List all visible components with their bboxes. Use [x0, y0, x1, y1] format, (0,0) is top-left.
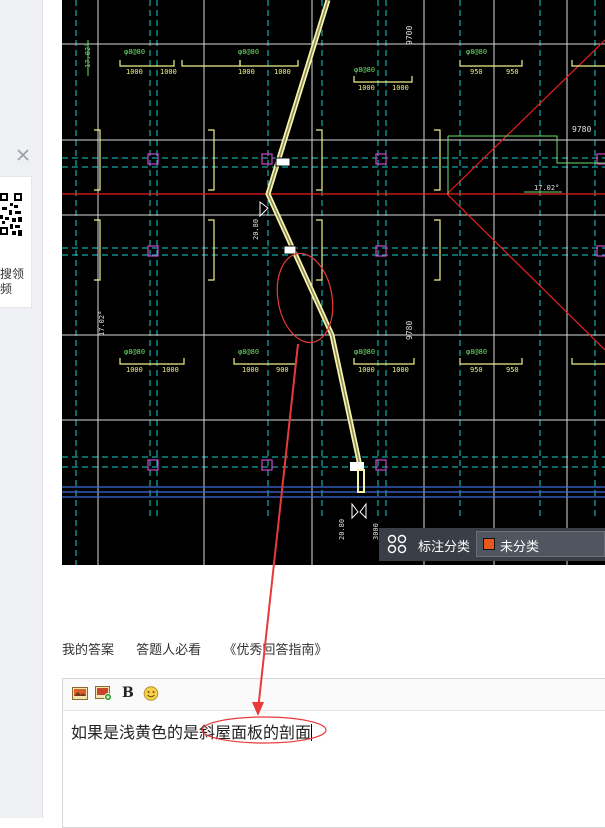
- dim-label-b: 9700: [405, 26, 414, 45]
- svg-text:φ8@80: φ8@80: [354, 348, 375, 356]
- category-color-swatch: [483, 538, 495, 550]
- editor-content[interactable]: 如果是浅黄色的是斜屋面板的剖面: [71, 719, 313, 743]
- annotation-category-label: 标注分类: [418, 540, 471, 555]
- svg-text:1000: 1000: [162, 366, 179, 374]
- svg-text:φ8@80: φ8@80: [238, 348, 259, 356]
- svg-text:1000: 1000: [358, 84, 375, 92]
- qr-code-icon: [0, 191, 24, 241]
- qr-caption: 搜领 频: [0, 267, 25, 296]
- annotation-category-bar: 标注分类 未分类: [379, 528, 605, 561]
- svg-text:φ8@80: φ8@80: [124, 348, 145, 356]
- text-caret: [311, 724, 313, 741]
- svg-text:950: 950: [506, 68, 519, 76]
- dim-label-f: 20.80: [252, 219, 260, 240]
- svg-text:1000: 1000: [160, 68, 177, 76]
- editor-text: 如果是浅黄色的是斜屋面板的剖面: [71, 723, 312, 742]
- smiley-icon[interactable]: [143, 686, 160, 701]
- gallery-icon[interactable]: [95, 686, 112, 701]
- svg-text:1000: 1000: [358, 366, 375, 374]
- svg-text:950: 950: [470, 68, 483, 76]
- must-read-label: 答题人必看: [136, 643, 202, 658]
- answer-editor[interactable]: B 如果是浅黄色的是斜屋面板的剖面: [62, 678, 605, 828]
- svg-text:φ8@80: φ8@80: [238, 48, 259, 56]
- grid-icon[interactable]: [387, 534, 407, 554]
- svg-text:950: 950: [470, 366, 483, 374]
- svg-text:1000: 1000: [126, 366, 143, 374]
- svg-text:17.02°: 17.02°: [98, 311, 106, 336]
- svg-text:φ8@80: φ8@80: [466, 348, 487, 356]
- cad-drawing: 1000 1000 1000 1000 1000 1000 950 950 1000 10…: [62, 0, 605, 565]
- svg-text:950: 950: [506, 366, 519, 374]
- dim-label-f2: 20.80: [338, 519, 346, 540]
- bold-button[interactable]: B: [122, 685, 134, 701]
- qr-card[interactable]: 搜领 频: [0, 176, 32, 308]
- image-icon[interactable]: [72, 686, 89, 701]
- svg-text:φ8@80: φ8@80: [124, 48, 145, 56]
- svg-text:1000: 1000: [392, 84, 409, 92]
- my-answer-label: 我的答案: [62, 643, 115, 658]
- svg-text:17.02°: 17.02°: [84, 43, 92, 68]
- svg-text:φ8@80: φ8@80: [466, 48, 487, 56]
- left-sidebar: [0, 0, 43, 818]
- dim-label-a: 9780: [572, 125, 591, 134]
- svg-text:1000: 1000: [392, 366, 409, 374]
- guide-link[interactable]: 《优秀回答指南》: [223, 643, 327, 658]
- close-icon[interactable]: [16, 148, 30, 162]
- editor-toolbar: B: [63, 679, 605, 711]
- svg-text:1000: 1000: [238, 68, 255, 76]
- svg-text:φ8@80: φ8@80: [354, 66, 375, 74]
- answer-tabs: 我的答案 答题人必看 《优秀回答指南》: [62, 639, 327, 658]
- svg-text:1000: 1000: [126, 68, 143, 76]
- svg-text:1000: 1000: [242, 366, 259, 374]
- cad-canvas: 1000 1000 1000 1000 1000 1000 950 950 1000 10…: [62, 0, 605, 565]
- svg-text:1000: 1000: [274, 68, 291, 76]
- svg-text:900: 900: [276, 366, 289, 374]
- dim-label-g: 9780: [405, 321, 414, 340]
- category-select-value: 未分类: [500, 540, 540, 555]
- category-select[interactable]: 未分类: [476, 531, 605, 557]
- dim-label-c: 17.02°: [534, 184, 559, 192]
